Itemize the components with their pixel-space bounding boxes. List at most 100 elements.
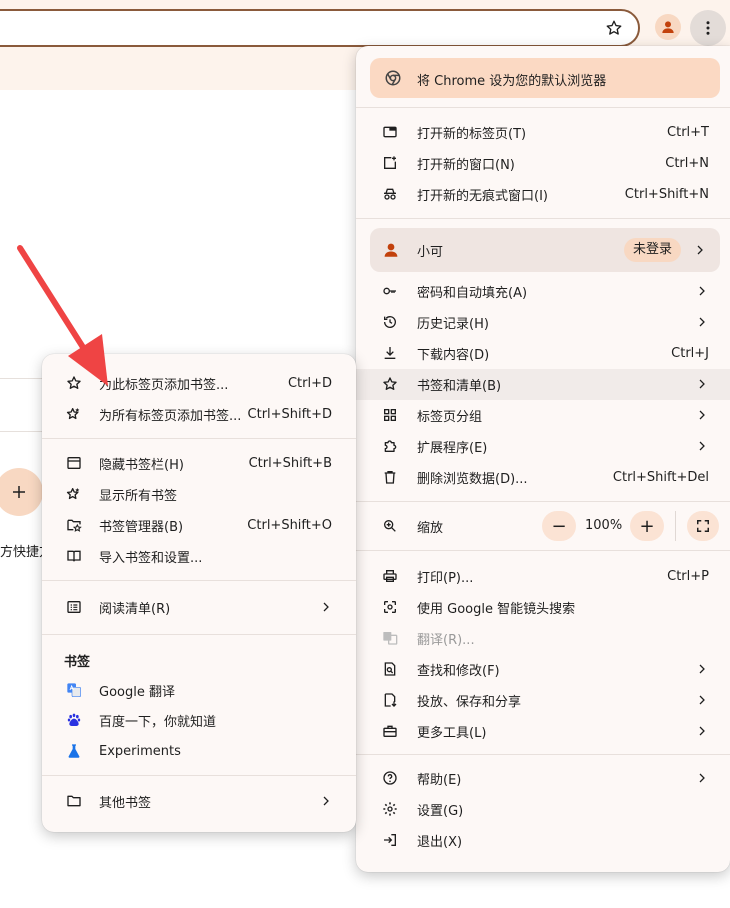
- submenu-item-bookmark-manager[interactable]: 书签管理器(B) Ctrl+Shift+O: [42, 510, 356, 541]
- bookmark-star-button[interactable]: [600, 14, 628, 42]
- profile-row[interactable]: 小可 未登录: [370, 228, 720, 272]
- zoom-in-glyph: +: [639, 515, 655, 537]
- menu-item-label: 阅读清单(R): [99, 602, 171, 617]
- toolbox-icon: [382, 723, 398, 739]
- chevron-right-icon: [699, 441, 705, 451]
- menu-item-more-tools[interactable]: 更多工具(L): [356, 716, 730, 747]
- menu-item-label: 显示所有书签: [99, 489, 178, 504]
- menu-item-help[interactable]: 帮助(E): [356, 763, 730, 794]
- menu-item-passwords[interactable]: 密码和自动填充(A): [356, 276, 730, 307]
- menu-item-label: 其他书签: [99, 796, 152, 811]
- zoom-out-button[interactable]: −: [542, 511, 576, 541]
- submenu-item-reading-list[interactable]: 阅读清单(R): [42, 592, 356, 623]
- menu-separator: [356, 550, 730, 551]
- menu-item-exit[interactable]: 退出(X): [356, 825, 730, 856]
- book-open-icon: [66, 548, 82, 564]
- google-translate-icon: [66, 682, 82, 698]
- submenu-item-show-all-bookmarks[interactable]: 显示所有书签: [42, 479, 356, 510]
- menu-item-label: Experiments: [99, 744, 181, 759]
- bookmark-item-baidu[interactable]: 百度一下，你就知道: [42, 705, 356, 736]
- signin-status-badge: 未登录: [624, 238, 682, 262]
- menu-item-label: 帮助(E): [417, 773, 462, 788]
- menu-item-history[interactable]: 历史记录(H): [356, 307, 730, 338]
- fullscreen-icon: [697, 520, 709, 532]
- zoom-level: 100%: [585, 518, 623, 533]
- menu-item-downloads[interactable]: 下载内容(D) Ctrl+J: [356, 338, 730, 369]
- menu-item-new-tab[interactable]: 打开新的标签页(T) Ctrl+T: [356, 117, 730, 148]
- submenu-item-other-bookmarks[interactable]: 其他书签: [42, 786, 356, 817]
- menu-item-label: 删除浏览数据(D)...: [417, 472, 528, 487]
- menu-item-settings[interactable]: 设置(G): [356, 794, 730, 825]
- menu-item-extensions[interactable]: 扩展程序(E): [356, 431, 730, 462]
- save-share-icon: [382, 692, 398, 708]
- incognito-icon: [382, 186, 398, 202]
- menu-item-label: 更多工具(L): [417, 726, 487, 741]
- menu-item-shortcut: Ctrl+Shift+B: [248, 456, 332, 471]
- chevron-right-icon: [699, 664, 705, 674]
- history-icon: [382, 314, 398, 330]
- find-icon: [382, 661, 398, 677]
- menu-item-label: 书签管理器(B): [99, 520, 184, 535]
- gear-icon: [382, 801, 398, 817]
- profile-avatar-button[interactable]: [655, 14, 681, 40]
- chevron-right-icon: [323, 602, 329, 612]
- zoom-icon: [382, 518, 398, 534]
- plus-icon: [13, 486, 25, 498]
- baidu-paw-icon: [66, 712, 82, 728]
- menu-separator: [356, 107, 730, 108]
- address-bar[interactable]: [0, 9, 640, 47]
- person-icon: [662, 21, 674, 33]
- default-browser-label: 将 Chrome 设为您的默认浏览器: [417, 74, 607, 89]
- help-icon: [382, 770, 398, 786]
- menu-separator: [356, 218, 730, 219]
- stars-icon: [66, 406, 82, 422]
- menu-item-new-window[interactable]: 打开新的窗口(N) Ctrl+N: [356, 148, 730, 179]
- menu-item-label: 投放、保存和分享: [417, 695, 522, 710]
- menu-item-shortcut: Ctrl+Shift+Del: [612, 470, 709, 485]
- bookmarks-section-title: 书签: [64, 655, 91, 670]
- chevron-right-icon: [699, 410, 705, 420]
- submenu-item-bookmark-tab[interactable]: 为此标签页添加书签... Ctrl+D: [42, 368, 356, 399]
- zoom-label: 缩放: [417, 521, 444, 536]
- menu-item-cast-save-share[interactable]: 投放、保存和分享: [356, 685, 730, 716]
- menu-item-print[interactable]: 打印(P)... Ctrl+P: [356, 561, 730, 592]
- menu-item-bookmarks[interactable]: 书签和清单(B): [356, 369, 730, 400]
- menu-item-shortcut: Ctrl+Shift+D: [247, 407, 332, 422]
- menu-item-label: 标签页分组: [417, 410, 483, 425]
- menu-item-shortcut: Ctrl+T: [667, 125, 709, 140]
- folder-star-icon: [66, 517, 82, 533]
- submenu-item-hide-bookmarks-bar[interactable]: 隐藏书签栏(H) Ctrl+Shift+B: [42, 448, 356, 479]
- folder-icon: [66, 793, 82, 809]
- fullscreen-button[interactable]: [687, 511, 719, 541]
- chevron-right-icon: [699, 379, 705, 389]
- chevron-right-icon: [699, 773, 705, 783]
- submenu-item-bookmark-all-tabs[interactable]: 为所有标签页添加书签... Ctrl+Shift+D: [42, 399, 356, 430]
- menu-separator: [356, 754, 730, 755]
- chevron-right-icon: [699, 286, 705, 296]
- exit-icon: [382, 832, 398, 848]
- menu-item-shortcut: Ctrl+Shift+N: [624, 187, 709, 202]
- menu-item-incognito[interactable]: 打开新的无痕式窗口(I) Ctrl+Shift+N: [356, 179, 730, 210]
- menu-item-clear-data[interactable]: 删除浏览数据(D)... Ctrl+Shift+Del: [356, 462, 730, 493]
- chevron-right-icon: [699, 726, 705, 736]
- star-icon: [606, 20, 622, 35]
- menu-item-label: 为此标签页添加书签...: [99, 378, 229, 393]
- menu-item-label: 设置(G): [417, 804, 464, 819]
- menu-item-lens-search[interactable]: 使用 Google 智能镜头搜索: [356, 592, 730, 623]
- menu-item-label: 导入书签和设置...: [99, 551, 203, 566]
- trash-icon: [382, 469, 398, 485]
- bookmark-item-google-translate[interactable]: Google 翻译: [42, 675, 356, 706]
- default-browser-banner[interactable]: 将 Chrome 设为您的默认浏览器: [370, 58, 720, 98]
- chrome-menu-button[interactable]: [690, 10, 726, 46]
- menu-item-label: 扩展程序(E): [417, 441, 488, 456]
- menu-item-tab-groups[interactable]: 标签页分组: [356, 400, 730, 431]
- menu-item-label: 下载内容(D): [417, 348, 490, 363]
- menu-item-translate[interactable]: 翻译(R)...: [356, 623, 730, 654]
- bookmark-item-experiments[interactable]: Experiments: [42, 736, 356, 767]
- menu-item-label: 翻译(R)...: [417, 633, 475, 648]
- add-shortcut-button[interactable]: [0, 468, 43, 516]
- submenu-item-import-bookmarks[interactable]: 导入书签和设置...: [42, 541, 356, 572]
- menu-item-find-edit[interactable]: 查找和修改(F): [356, 654, 730, 685]
- zoom-in-button[interactable]: +: [630, 511, 664, 541]
- new-window-icon: [382, 155, 398, 171]
